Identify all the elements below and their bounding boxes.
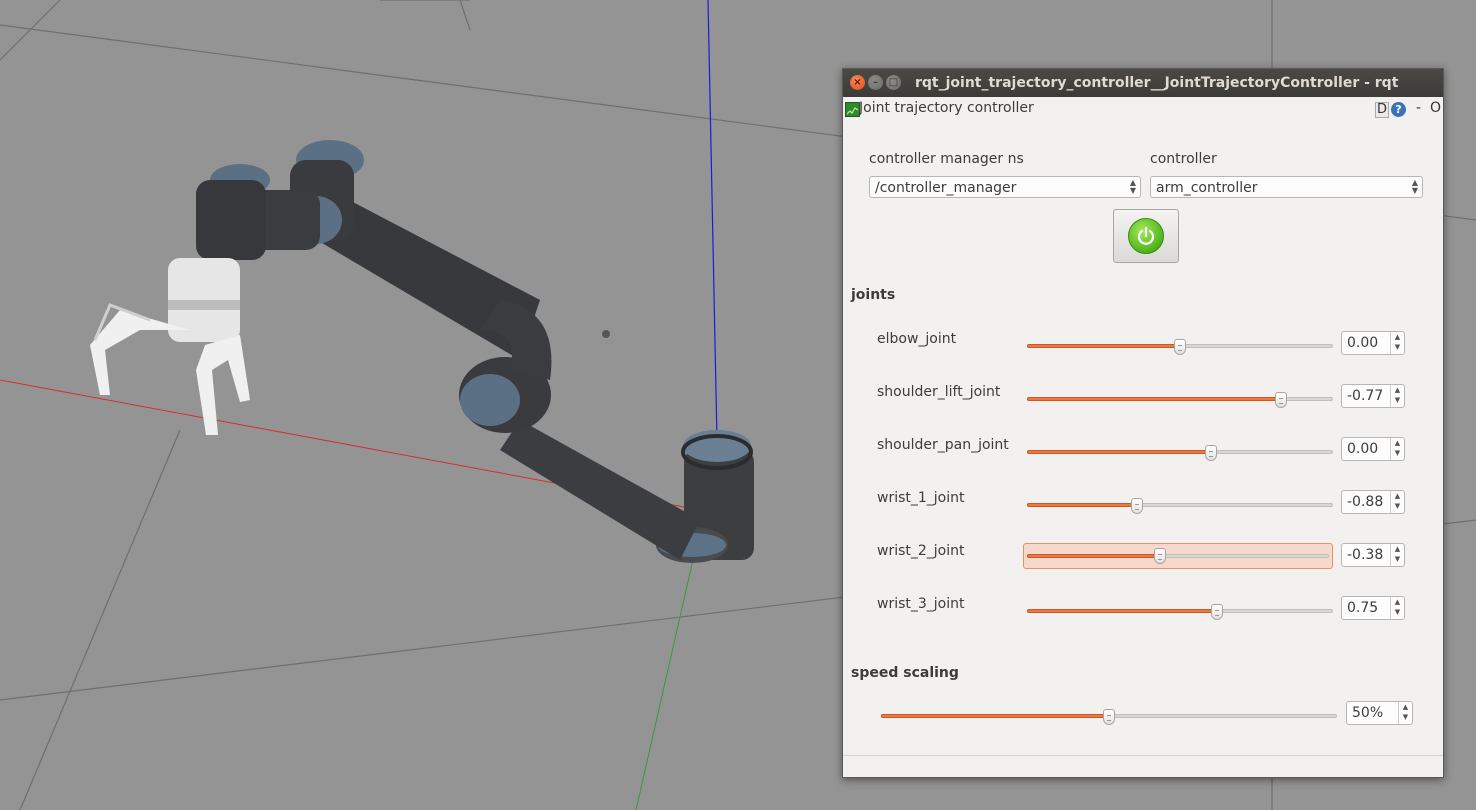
dock-minimize-button[interactable]: - [1416,100,1421,116]
joint-value: 0.75 [1347,600,1379,616]
speed-scaling-title: speed scaling [851,665,959,681]
controller-value: arm_controller [1156,180,1258,196]
window-maximize-button[interactable]: □ [886,75,901,90]
spin-arrows-icon[interactable]: ▲ ▼ [1390,385,1404,407]
joint-label: wrist_1_joint [877,490,965,506]
window-close-button[interactable]: × [850,75,865,90]
joint-slider[interactable] [1027,392,1333,408]
slider-handle[interactable] [1103,709,1115,725]
joint-spinbox[interactable]: 0.00 ▲ ▼ [1341,331,1405,355]
slider-handle[interactable] [1204,445,1217,461]
slider-handle[interactable] [1274,392,1287,408]
spin-arrows-icon[interactable]: ▲ ▼ [1398,702,1412,724]
joint-label: wrist_2_joint [877,543,965,559]
spin-arrows-icon[interactable]: ▲ ▼ [1390,597,1404,619]
joint-spinbox[interactable]: -0.88 ▲ ▼ [1341,490,1405,514]
spin-arrows-icon[interactable]: ▲ ▼ [1390,332,1404,354]
joint-slider[interactable] [1023,543,1333,569]
status-bar-divider [843,755,1443,756]
controller-manager-value: /controller_manager [875,180,1017,196]
joint-value: -0.38 [1347,547,1384,563]
power-icon [1128,218,1164,254]
joint-slider[interactable] [1027,339,1333,355]
plugin-d-button[interactable]: D [1375,102,1389,118]
slider-handle[interactable] [1131,498,1144,514]
spin-arrows-icon[interactable]: ▲ ▼ [1390,438,1404,460]
spin-arrows-icon[interactable]: ▲ ▼ [1390,491,1404,513]
joints-title: joints [851,287,896,303]
joint-label: wrist_3_joint [877,596,965,612]
joint-spinbox[interactable]: -0.77 ▲ ▼ [1341,384,1405,408]
slider-handle[interactable] [1174,339,1186,355]
joint-label: shoulder_lift_joint [877,384,1001,400]
slider-handle[interactable] [1210,604,1223,620]
controller-label: controller [1150,151,1217,167]
joint-value: 0.00 [1347,441,1379,457]
plot-icon [845,102,860,117]
rqt-window: × – □ rqt_joint_trajectory_controller__J… [842,68,1444,778]
joint-value: -0.88 [1347,494,1384,510]
joint-row: wrist_2_joint -0.38 ▲ ▼ [843,543,1443,587]
speed-scaling-spinbox[interactable]: 50% ▲ ▼ [1346,701,1413,725]
joint-row: wrist_3_joint 0.75 ▲ ▼ [843,596,1443,640]
joint-slider[interactable] [1027,604,1333,620]
window-minimize-button[interactable]: – [868,75,883,90]
joint-row: wrist_1_joint -0.88 ▲ ▼ [843,490,1443,534]
joint-value: 0.00 [1347,335,1379,351]
plugin-title: Joint trajectory controller [859,100,1034,116]
controller-combo[interactable]: arm_controller ▲ ▼ [1150,176,1423,198]
speed-scaling-value: 50% [1352,705,1384,721]
power-button[interactable] [1113,209,1179,263]
joint-spinbox[interactable]: 0.00 ▲ ▼ [1341,437,1405,461]
joint-row: shoulder_pan_joint 0.00 ▲ ▼ [843,437,1443,481]
joint-spinbox[interactable]: 0.75 ▲ ▼ [1341,596,1405,620]
plugin-header: Joint trajectory controller D ? - O [843,97,1443,123]
joint-label: elbow_joint [877,331,957,347]
joint-row: shoulder_lift_joint -0.77 ▲ ▼ [843,384,1443,428]
joint-slider[interactable] [1027,498,1333,514]
window-title: rqt_joint_trajectory_controller__JointTr… [915,75,1399,91]
joint-value: -0.77 [1347,388,1384,404]
controller-manager-label: controller manager ns [869,151,1024,167]
joint-spinbox[interactable]: -0.38 ▲ ▼ [1341,543,1405,567]
combo-arrows-icon: ▲ ▼ [1411,178,1418,195]
help-icon[interactable]: ? [1391,102,1406,117]
spin-arrows-icon[interactable]: ▲ ▼ [1390,544,1404,566]
speed-scaling-slider[interactable] [881,709,1337,725]
combo-arrows-icon: ▲ ▼ [1129,178,1136,195]
joint-slider[interactable] [1027,445,1333,461]
controller-manager-combo[interactable]: /controller_manager ▲ ▼ [869,176,1141,198]
joint-label: shoulder_pan_joint [877,437,1009,453]
slider-handle[interactable] [1153,548,1166,564]
speed-scaling-row: 50% ▲ ▼ [843,701,1443,745]
dock-close-button[interactable]: O [1430,100,1441,116]
window-titlebar[interactable]: × – □ rqt_joint_trajectory_controller__J… [843,69,1443,97]
joint-row: elbow_joint 0.00 ▲ ▼ [843,331,1443,375]
